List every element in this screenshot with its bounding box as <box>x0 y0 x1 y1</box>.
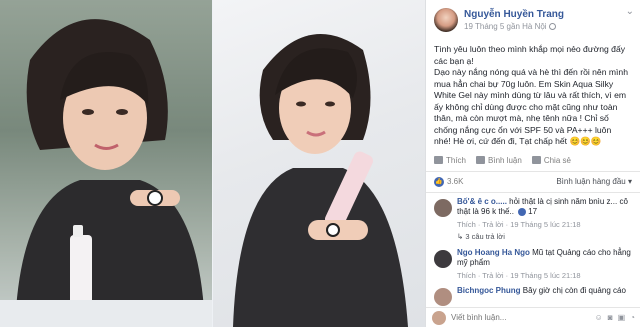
photo-collage[interactable] <box>0 0 425 327</box>
comment: Bichngoc Phung Bây giờ chị còn đi quảng … <box>434 286 632 306</box>
post-stats: 👍 3.6K Bình luận hàng đầu ▾ <box>426 170 640 192</box>
like-reaction-icon <box>518 207 527 216</box>
camera-icon[interactable]: ◙ <box>608 313 613 322</box>
comment-sort-dropdown[interactable]: Bình luận hàng đầu ▾ <box>556 177 632 186</box>
post-meta-text[interactable]: 19 Tháng 5 gần Hà Nội <box>464 22 547 31</box>
photo-right[interactable] <box>213 0 425 327</box>
share-icon <box>531 156 541 164</box>
commenter-name[interactable]: Bố'& ê c o..... <box>457 197 507 206</box>
comment-meta[interactable]: Thích · Trả lời · 19 Tháng 5 lúc 21:18 <box>457 220 632 231</box>
comment-meta[interactable]: Thích · Trả lời · 19 Tháng 5 lúc 21:18 <box>457 271 632 282</box>
gif-icon[interactable]: ▣ <box>618 313 626 322</box>
like-reaction-icon: 👍 <box>434 176 444 187</box>
like-label: Thích <box>446 155 467 165</box>
photo-left-illustration <box>0 0 212 327</box>
post-actions: Thích Bình luận Chia sẻ <box>426 148 640 171</box>
reply-count: 3 câu trả lời <box>465 232 505 241</box>
chevron-down-icon[interactable]: ⌄ <box>626 6 634 17</box>
commenter-avatar[interactable] <box>434 198 452 217</box>
like-button[interactable]: Thích <box>434 156 466 165</box>
commenter-name[interactable]: Bichngoc Phung <box>457 286 521 295</box>
commenter-name[interactable]: Ngo Hoang Ha Ngo <box>457 248 530 257</box>
post-meta: 19 Tháng 5 gần Hà Nội <box>464 22 564 31</box>
globe-icon <box>548 23 556 30</box>
post-header: Nguyễn Huyền Trang 19 Tháng 5 gần Hà Nội <box>426 0 640 36</box>
photo-left[interactable] <box>0 0 212 327</box>
author-avatar[interactable] <box>434 8 458 32</box>
comment: Ngo Hoang Ha Ngo Mũ tạt Quảng cáo cho hẳ… <box>434 248 632 282</box>
commenter-avatar[interactable] <box>434 288 452 306</box>
comment-text: Bây giờ chị còn đi quảng cáo <box>522 286 626 295</box>
write-comment-bar: ☺ ◙ ▣ ◔ <box>426 307 640 327</box>
author-info: Nguyễn Huyền Trang 19 Tháng 5 gần Hà Nội <box>464 9 564 31</box>
comment: Bố'& ê c o..... hỏi thật là cị sinh năm … <box>434 197 632 243</box>
comment-list: Bố'& ê c o..... hỏi thật là cị sinh năm … <box>426 191 640 306</box>
comment-label: Bình luận <box>488 155 522 165</box>
post-panel: Nguyễn Huyền Trang 19 Tháng 5 gần Hà Nội… <box>425 0 640 327</box>
sticker-icon[interactable]: ◔ <box>630 313 635 322</box>
viewer-avatar <box>432 310 446 325</box>
comment-input-icons: ☺ ◙ ▣ ◔ <box>595 313 635 322</box>
commenter-avatar[interactable] <box>434 249 452 268</box>
comment-sort-label: Bình luận hàng đầu <box>556 177 626 186</box>
comment-input[interactable] <box>451 313 571 322</box>
post-paragraph: Tình yêu luôn theo mình khắp mọi nẻo đườ… <box>434 44 626 66</box>
comment-like-count: 17 <box>528 207 538 216</box>
comment-button[interactable]: Bình luận <box>476 156 522 165</box>
emoji-icon[interactable]: ☺ <box>595 313 603 322</box>
author-name[interactable]: Nguyễn Huyền Trang <box>464 9 564 20</box>
view-replies-link[interactable]: ↳ 3 câu trả lời <box>457 232 632 243</box>
photo-right-illustration <box>233 34 408 327</box>
comment-icon <box>476 156 486 164</box>
thumbs-up-icon <box>434 156 443 164</box>
post-text: Tình yêu luôn theo mình khắp mọi nẻo đườ… <box>426 36 640 148</box>
share-label: Chia sẻ <box>543 155 571 165</box>
like-count: 3.6K <box>447 177 464 186</box>
share-button[interactable]: Chia sẻ <box>531 155 571 165</box>
post-paragraph: Dạo này nắng nóng quá và hè thì đến rồi … <box>434 67 628 146</box>
reaction-summary[interactable]: 👍 3.6K <box>434 176 464 187</box>
